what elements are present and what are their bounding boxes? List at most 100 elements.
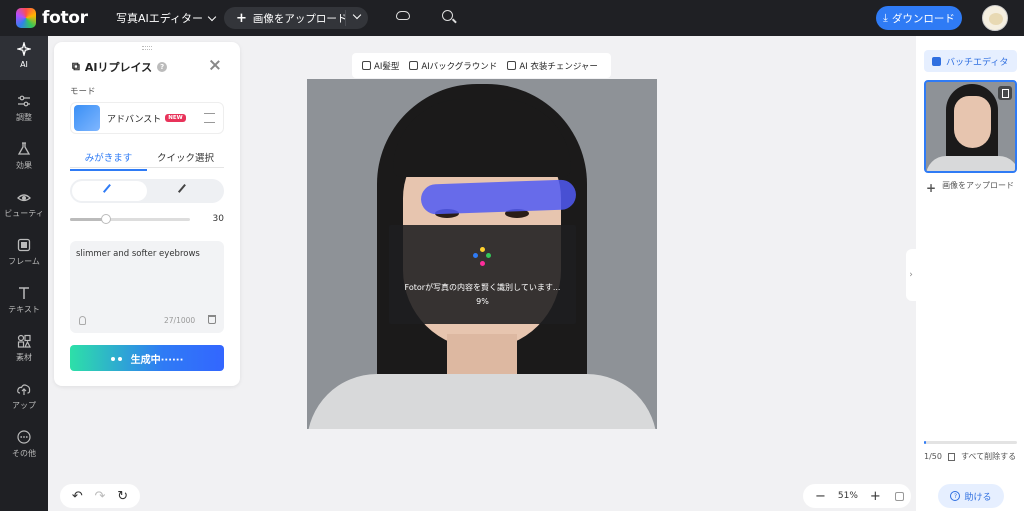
sidebar-item-elements[interactable]: 素材	[0, 328, 48, 372]
brush-size-slider[interactable]	[70, 214, 190, 224]
batch-editor-label: バッチエディタ	[946, 57, 1009, 68]
divider	[345, 10, 346, 26]
help-button[interactable]: ? 助ける	[938, 484, 1004, 508]
sidebar-item-label: 効果	[16, 161, 32, 170]
upload-image-button[interactable]: + 画像をアップロード	[224, 7, 368, 29]
text-icon	[19, 287, 29, 299]
close-icon[interactable]	[208, 58, 222, 72]
logo-text: fotor	[42, 8, 88, 28]
delete-all-button[interactable]: すべて削除する	[961, 451, 1016, 462]
panel-toggle-icon[interactable]	[894, 491, 904, 501]
new-badge: NEW	[165, 114, 186, 122]
frame-icon	[17, 238, 31, 252]
editor-mode-label: 写真AIエディター	[116, 12, 203, 25]
chevron-right-icon: ›	[909, 270, 913, 280]
panel-title-text: AIリプレイス	[84, 61, 153, 74]
sidebar-item-ai[interactable]: AI	[0, 36, 48, 80]
ai-hairstyle-button[interactable]: AI髪型	[362, 60, 399, 72]
sidebar-item-adjust[interactable]: 調整	[0, 88, 48, 132]
sidebar-item-frame[interactable]: フレーム	[0, 232, 48, 276]
panel-title: ⧉ AIリプレイス ?	[72, 59, 168, 75]
eye-icon	[17, 194, 31, 202]
collapse-right-panel-button[interactable]: ›	[906, 249, 916, 301]
chevron-down-icon	[207, 12, 217, 21]
sidebar-item-label: ビューティ	[4, 209, 44, 218]
mode-thumbnail	[74, 105, 100, 131]
lightbulb-icon[interactable]	[79, 316, 86, 325]
ai-outfit-changer-button[interactable]: AI 衣装チェンジャー	[507, 60, 598, 72]
tab-divider	[70, 167, 224, 168]
generate-button[interactable]: 生成中······	[70, 345, 224, 371]
canvas-photo[interactable]: Fotorが写真の内容を賢く識別しています... 9%	[307, 79, 657, 429]
trash-icon[interactable]	[947, 452, 955, 461]
plus-icon: +	[236, 10, 247, 26]
chevron-down-icon[interactable]	[352, 10, 362, 20]
prompt-text[interactable]: slimmer and softer eyebrows	[76, 249, 200, 259]
brush-tool-button[interactable]	[72, 181, 147, 201]
generate-label: 生成中······	[130, 354, 184, 366]
editor-mode-dropdown[interactable]: 写真AIエディター	[116, 10, 217, 26]
redo-icon[interactable]: ↷	[95, 489, 106, 504]
left-sidebar: AI 調整 効果 ビューティ フレーム テキスト 素材 アップ その他	[0, 36, 48, 511]
fotor-logo[interactable]: fotor	[16, 8, 88, 28]
prompt-char-count: 27/1000	[164, 316, 196, 325]
brush-size-value: 30	[212, 214, 224, 224]
sidebar-item-upload[interactable]: アップ	[0, 376, 48, 420]
slider-handle[interactable]	[101, 214, 111, 224]
avatar[interactable]	[982, 5, 1008, 31]
settings-icon[interactable]	[204, 113, 215, 123]
eraser-icon	[177, 183, 192, 199]
sidebar-item-label: テキスト	[8, 305, 40, 314]
image-thumbnail[interactable]	[924, 80, 1017, 173]
reset-icon[interactable]: ↻	[117, 489, 128, 504]
search-icon[interactable]	[442, 10, 453, 21]
right-panel: バッチエディタ + 画像をアップロード 1/50 すべて削除する ? 助ける	[916, 36, 1024, 511]
add-image-button[interactable]: + 画像をアップロード	[926, 181, 1018, 195]
ai-background-label: AIバックグラウンド	[421, 61, 498, 72]
drag-handle[interactable]	[142, 46, 152, 50]
ai-background-button[interactable]: AIバックグラウンド	[409, 60, 497, 72]
zoom-level: 51%	[837, 491, 858, 501]
ai-tools-bar: AI髪型 AIバックグラウンド AI 衣装チェンジャー	[352, 53, 611, 78]
zoom-in-icon[interactable]: +	[870, 489, 881, 504]
batch-icon	[932, 56, 941, 66]
mode-selector[interactable]: アドバンスト NEW	[70, 102, 224, 134]
download-label: ダウンロード	[891, 12, 955, 25]
plus-icon: +	[926, 181, 937, 195]
image-count-row: 1/50 すべて削除する	[924, 451, 1016, 462]
flask-icon	[17, 142, 31, 155]
sidebar-item-text[interactable]: テキスト	[0, 280, 48, 324]
sidebar-item-effects[interactable]: 効果	[0, 136, 48, 180]
help-icon: ?	[950, 491, 961, 501]
thumb-sweater	[926, 156, 1015, 171]
sidebar-item-beauty[interactable]: ビューティ	[0, 184, 48, 228]
selection-tabs: みがきます クイック選択	[70, 150, 224, 171]
more-icon	[17, 430, 31, 444]
batch-editor-button[interactable]: バッチエディタ	[924, 50, 1017, 72]
sidebar-item-label: 調整	[16, 113, 32, 122]
shapes-icon	[17, 334, 31, 348]
cloud-icon[interactable]	[396, 11, 410, 20]
brush-icon	[102, 183, 117, 199]
sidebar-item-label: アップ	[12, 401, 36, 410]
brush-eraser-toggle	[70, 179, 224, 203]
image-count-progress	[924, 441, 1017, 444]
thumb-face	[954, 96, 991, 148]
eraser-tool-button[interactable]	[147, 181, 222, 201]
sidebar-item-label: AI	[20, 60, 28, 69]
loading-dots	[110, 353, 125, 364]
delete-thumbnail-icon[interactable]	[998, 86, 1012, 100]
sidebar-item-label: フレーム	[8, 257, 40, 266]
sparkle-icon	[17, 42, 31, 56]
download-button[interactable]: ⤓ ダウンロード	[876, 6, 962, 30]
trash-icon[interactable]	[208, 315, 216, 324]
ai-replace-panel: ⧉ AIリプレイス ? モード アドバンスト NEW みがきます クイック選択 …	[54, 42, 240, 386]
add-image-label: 画像をアップロード	[942, 181, 1015, 190]
help-icon[interactable]: ?	[157, 62, 168, 72]
sidebar-item-more[interactable]: その他	[0, 424, 48, 468]
undo-icon[interactable]: ↶	[72, 489, 83, 504]
history-controls: ↶ ↷ ↻	[60, 484, 140, 508]
zoom-out-icon[interactable]: −	[815, 489, 826, 504]
prompt-input[interactable]: slimmer and softer eyebrows 27/1000	[70, 241, 224, 333]
outfit-icon	[507, 61, 517, 70]
